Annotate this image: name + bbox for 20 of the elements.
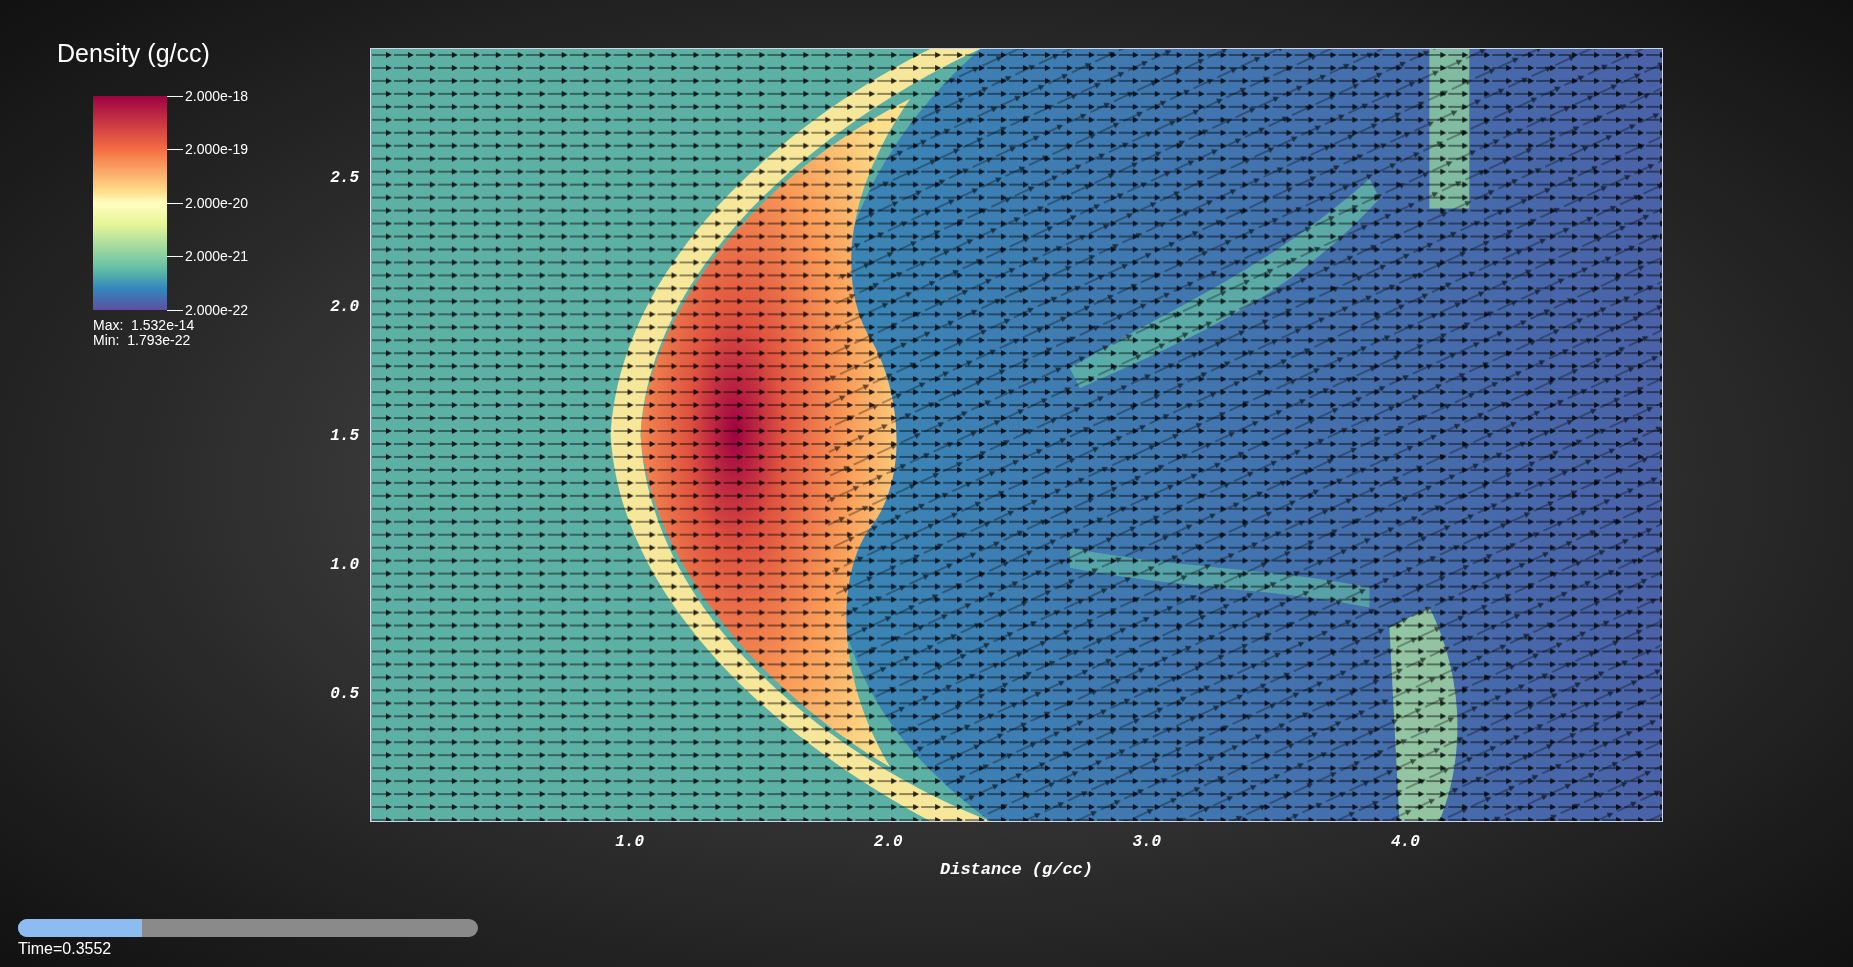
x-axis-label: Distance (g/cc) bbox=[940, 859, 1093, 881]
time-slider[interactable] bbox=[18, 919, 478, 937]
y-axis-tick-label: 1.0 bbox=[330, 556, 359, 574]
y-axis-tick-label: 0.5 bbox=[330, 685, 359, 703]
legend-tick-label: 2.000e-20 bbox=[185, 193, 249, 213]
y-axis-tick-label: 1.5 bbox=[330, 427, 359, 445]
time-label: Time=0.3552 bbox=[18, 939, 113, 959]
legend-tick-label: 2.000e-21 bbox=[185, 247, 249, 266]
x-axis-tick-label: 2.0 bbox=[873, 833, 903, 851]
legend-title: Density (g/cc) bbox=[57, 38, 211, 68]
legend-max: Max: 1.532e-14 bbox=[93, 318, 196, 333]
legend-min: Min: 1.793e-22 bbox=[93, 333, 192, 348]
x-axis-tick-label: 1.0 bbox=[615, 833, 644, 851]
x-axis-tick-label: 4.0 bbox=[1391, 833, 1420, 851]
y-axis-tick-label: 2.0 bbox=[330, 298, 359, 316]
legend-tick-label: 2.000e-19 bbox=[185, 140, 249, 159]
x-axis-tick-label: 3.0 bbox=[1132, 833, 1162, 851]
y-axis-tick-label: 2.5 bbox=[330, 169, 359, 187]
legend-tick-label: 2.000e-22 bbox=[185, 300, 249, 320]
legend-tick-label: 2.000e-18 bbox=[185, 86, 249, 106]
